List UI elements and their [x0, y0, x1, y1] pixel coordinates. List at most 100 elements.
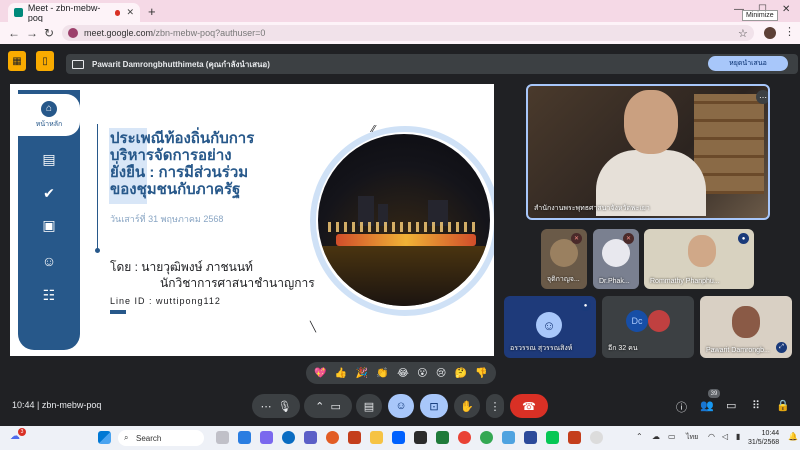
- copilot-icon[interactable]: [260, 431, 273, 444]
- participant-tile[interactable]: ● Rommathy Phanphu...: [644, 229, 754, 289]
- chrome-icon[interactable]: [458, 431, 471, 444]
- tile-label: จุติกาญจ...: [547, 276, 580, 283]
- edge-icon[interactable]: [282, 431, 295, 444]
- reaction-thumbsup-icon[interactable]: 👍: [335, 368, 347, 379]
- taskbar-clock[interactable]: 10:44 31/5/2568: [748, 429, 779, 447]
- recording-indicator-icon: [114, 9, 121, 16]
- raise-hand-button[interactable]: ✋: [454, 394, 480, 418]
- url-path: /zbn-mebw-poq?authuser=0: [153, 28, 266, 38]
- chat-icon[interactable]: ▭: [726, 399, 736, 412]
- reaction-surprised-icon[interactable]: 😮: [417, 368, 427, 379]
- forward-icon[interactable]: →: [26, 26, 38, 40]
- dropbox-icon[interactable]: [392, 431, 405, 444]
- present-button[interactable]: ⊡: [420, 394, 448, 418]
- cloud-icon[interactable]: ☁: [652, 432, 660, 441]
- slide-line-dot: [95, 248, 100, 253]
- slide-vertical-line: [97, 124, 98, 250]
- close-tab-icon[interactable]: ✕: [126, 7, 134, 18]
- layout-icon[interactable]: ▦: [8, 51, 26, 71]
- language-indicator[interactable]: ไทย: [686, 432, 698, 443]
- reaction-thinking-icon[interactable]: 🤔: [455, 368, 467, 379]
- task-view-icon[interactable]: [216, 431, 229, 444]
- display-icon[interactable]: ▭: [668, 432, 676, 441]
- participant-tile[interactable]: ✕ จุติกาญจ...: [541, 229, 587, 289]
- tile-label: อีก 32 คน: [608, 345, 638, 352]
- wifi-icon[interactable]: ◠: [708, 432, 715, 441]
- file-explorer-icon[interactable]: [370, 431, 383, 444]
- present-screen-icon: ⊡: [429, 400, 439, 413]
- browser-tab-strip: Meet - zbn-mebw-poq ✕ + — ☐ ✕: [0, 0, 800, 23]
- meet-top-bar: ▦ ▯ Pawarit Damrongbhutthimeta (คุณกำลัง…: [0, 44, 800, 82]
- mic-icon: ●: [580, 300, 591, 311]
- minimize-tooltip: Minimize: [742, 10, 778, 21]
- site-info-icon[interactable]: [68, 28, 78, 38]
- mic-toggle-button[interactable]: ⋯ 🎙: [252, 394, 300, 418]
- leave-call-button[interactable]: ☎: [510, 394, 548, 418]
- participant-tile[interactable]: ✕ Dr.Phak...: [593, 229, 639, 289]
- reaction-laugh-icon[interactable]: 😂: [397, 368, 409, 379]
- chevron-up-icon: ⌃: [315, 400, 325, 413]
- more-options-icon[interactable]: ⋯: [756, 90, 768, 104]
- browser-menu-icon[interactable]: ⋮: [784, 25, 795, 38]
- line-icon[interactable]: [546, 431, 559, 444]
- presenting-banner: Pawarit Damrongbhutthimeta (คุณกำลังนำเส…: [66, 54, 798, 74]
- widgets-icon[interactable]: [238, 431, 251, 444]
- captions-button[interactable]: ▤: [356, 394, 382, 418]
- others-tile[interactable]: Dc อีก 32 คน: [602, 296, 694, 358]
- photos-icon[interactable]: [502, 431, 515, 444]
- participant-tile-main[interactable]: ⋯ สำนักงานพระพุทธศาสนาจังหวัดพะเยา: [526, 84, 770, 220]
- meet-favicon-icon: [14, 8, 23, 17]
- reaction-heart-icon[interactable]: 💖: [314, 368, 326, 379]
- terminal-icon[interactable]: [414, 431, 427, 444]
- windows-start-icon[interactable]: [98, 431, 111, 444]
- reload-icon[interactable]: ↻: [44, 26, 54, 40]
- url-field[interactable]: meet.google.com/zbn-mebw-poq?authuser=0: [62, 25, 754, 41]
- stop-presenting-button[interactable]: หยุดนำเสนอ: [708, 56, 788, 71]
- emoji-icon: ☺: [395, 400, 407, 412]
- back-icon[interactable]: ←: [8, 26, 20, 40]
- host-controls-icon[interactable]: 🔒: [776, 399, 790, 412]
- taskbar-search[interactable]: ⌕ Search: [118, 430, 204, 446]
- expand-icon[interactable]: ⤢: [776, 342, 787, 353]
- teams-icon[interactable]: [304, 431, 317, 444]
- battery-icon[interactable]: ▮: [736, 432, 740, 441]
- powerpoint-icon[interactable]: [568, 431, 581, 444]
- notification-badge: 3: [18, 428, 26, 436]
- pin-icon[interactable]: ▯: [36, 51, 54, 71]
- browser-tab-meet[interactable]: Meet - zbn-mebw-poq ✕: [8, 3, 140, 23]
- notifications-icon[interactable]: 🔔: [788, 432, 798, 441]
- hang-up-icon: ☎: [522, 400, 536, 413]
- tile-label: อรวรรณ สุวรรณสิงห์: [510, 345, 573, 352]
- participant-avatar: Dc: [626, 310, 648, 332]
- firefox-icon[interactable]: [326, 431, 339, 444]
- reaction-sad-icon[interactable]: 😢: [436, 368, 446, 379]
- volume-icon[interactable]: ◁: [722, 432, 728, 441]
- decor-stroke-icon: ╲: [310, 322, 317, 333]
- close-window-icon[interactable]: ✕: [782, 4, 790, 15]
- excel-icon[interactable]: [436, 431, 449, 444]
- activities-icon[interactable]: ⠿: [752, 399, 760, 412]
- tile-label: Pawarit Damrongb...: [706, 347, 770, 354]
- app-icon[interactable]: [590, 431, 603, 444]
- chevron-up-icon[interactable]: ⌃: [636, 432, 643, 441]
- bookmark-star-icon[interactable]: ☆: [738, 27, 748, 40]
- camera-toggle-button[interactable]: ⌃ ▭: [304, 394, 352, 418]
- new-tab-icon[interactable]: +: [148, 4, 156, 19]
- more-options-button[interactable]: ⋮: [486, 394, 504, 418]
- profile-avatar[interactable]: [764, 27, 776, 39]
- reaction-clap-icon[interactable]: 👏: [376, 368, 388, 379]
- participant-tile[interactable]: ☺ ● อรวรรณ สุวรรณสิงห์: [504, 296, 596, 358]
- meeting-time: 10:44 | zbn-mebw-poq: [12, 400, 102, 410]
- night-boat-photo: [318, 134, 490, 306]
- chrome-profile-icon[interactable]: [480, 431, 493, 444]
- office-icon[interactable]: [348, 431, 361, 444]
- self-tile[interactable]: ⤢ Pawarit Damrongb...: [700, 296, 792, 358]
- hand-icon: ✋: [460, 400, 474, 413]
- word-icon[interactable]: [524, 431, 537, 444]
- reaction-party-icon[interactable]: 🎉: [356, 368, 368, 379]
- reaction-thumbsdown-icon[interactable]: 👎: [475, 368, 487, 379]
- kebab-icon: ⋮: [489, 400, 501, 413]
- info-icon[interactable]: ⓘ: [676, 399, 687, 415]
- reactions-button[interactable]: ☺: [388, 394, 414, 418]
- people-icon[interactable]: 👥: [700, 399, 714, 412]
